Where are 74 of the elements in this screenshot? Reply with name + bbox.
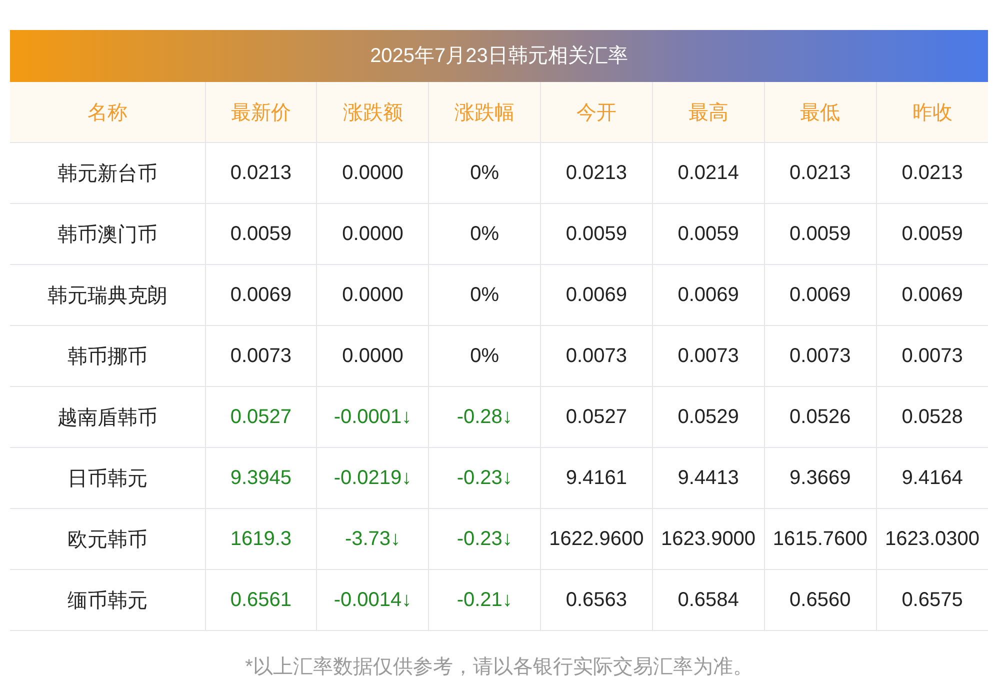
table-cell: 缅币韩元 [10,570,205,630]
table-cell: -0.0014↓ [316,570,429,630]
table-cell: -0.23↓ [428,508,541,570]
table-cell: 0% [428,264,541,326]
table-cell: 0.0527 [205,386,317,448]
table-cell: 0.0073 [540,326,652,386]
column-header: 涨跌幅 [428,82,541,142]
table-cell: 0.0069 [205,264,317,326]
table-cell: 0.0213 [205,142,317,204]
table-cell: 0.0000 [316,142,429,204]
table-cell: 0.0000 [316,326,429,386]
table-cell: 0.0059 [540,204,652,264]
table-cell: 欧元韩币 [10,508,205,570]
table-cell: 0% [428,142,541,204]
table-cell: 0% [428,326,541,386]
table-cell: 0.0059 [652,204,764,264]
table-cell: 0.0069 [540,264,652,326]
table-cell: 0.0069 [652,264,764,326]
table-cell: 9.4161 [540,448,652,508]
table-cell: 0.0073 [764,326,876,386]
table-cell: 1615.7600 [764,508,876,570]
table-cell: 0.6561 [205,570,317,630]
table-title: 2025年7月23日韩元相关汇率 [10,30,988,82]
table-cell: 0% [428,204,541,264]
table-cell: -0.0001↓ [316,386,429,448]
table-cell: 韩币澳门币 [10,204,205,264]
table-cell: -0.23↓ [428,448,541,508]
table-cell: 1623.0300 [876,508,988,570]
table-cell: 0.0073 [652,326,764,386]
column-header: 今开 [540,82,652,142]
table-cell: -0.0219↓ [316,448,429,508]
table-cell: 0.6560 [764,570,876,630]
table-cell: 0.0528 [876,386,988,448]
table-cell: 0.0059 [205,204,317,264]
table-cell: 1623.9000 [652,508,764,570]
footnote: *以上汇率数据仅供参考，请以各银行实际交易汇率为准。 [244,655,754,680]
table-cell: 0.0059 [764,204,876,264]
table-cell: 0.0213 [540,142,652,204]
table-cell: 0.0213 [764,142,876,204]
table-cell: 0.0073 [876,326,988,386]
column-header: 最高 [652,82,764,142]
column-header: 名称 [10,82,205,142]
table-cell: 0.0000 [316,264,429,326]
table-cell: 0.0069 [764,264,876,326]
table-cell: 1619.3 [205,508,317,570]
table-cell: 0.6575 [876,570,988,630]
column-header: 昨收 [876,82,988,142]
table-cell: 韩元瑞典克朗 [10,264,205,326]
table-cell: -0.28↓ [428,386,541,448]
table-cell: 0.0059 [876,204,988,264]
table-cell: 9.3669 [764,448,876,508]
table-cell: 1622.9600 [540,508,652,570]
table-cell: 0.6563 [540,570,652,630]
table-cell: 韩币挪币 [10,326,205,386]
column-header: 涨跌额 [316,82,429,142]
table-cell: -3.73↓ [316,508,429,570]
table-cell: 9.4413 [652,448,764,508]
table-cell: 0.6584 [652,570,764,630]
table-cell: 9.4164 [876,448,988,508]
table-cell: -0.21↓ [428,570,541,630]
table-cell: 越南盾韩币 [10,386,205,448]
table-cell: 0.0069 [876,264,988,326]
table-cell: 0.0073 [205,326,317,386]
table-cell: 0.0529 [652,386,764,448]
table-cell: 9.3945 [205,448,317,508]
table-cell: 0.0527 [540,386,652,448]
table-cell: 0.0213 [876,142,988,204]
table-cell: 日币韩元 [10,448,205,508]
table-cell: 0.0000 [316,204,429,264]
table-cell: 韩元新台币 [10,142,205,204]
column-header: 最新价 [205,82,317,142]
column-header: 最低 [764,82,876,142]
table-cell: 0.0526 [764,386,876,448]
table-cell: 0.0214 [652,142,764,204]
